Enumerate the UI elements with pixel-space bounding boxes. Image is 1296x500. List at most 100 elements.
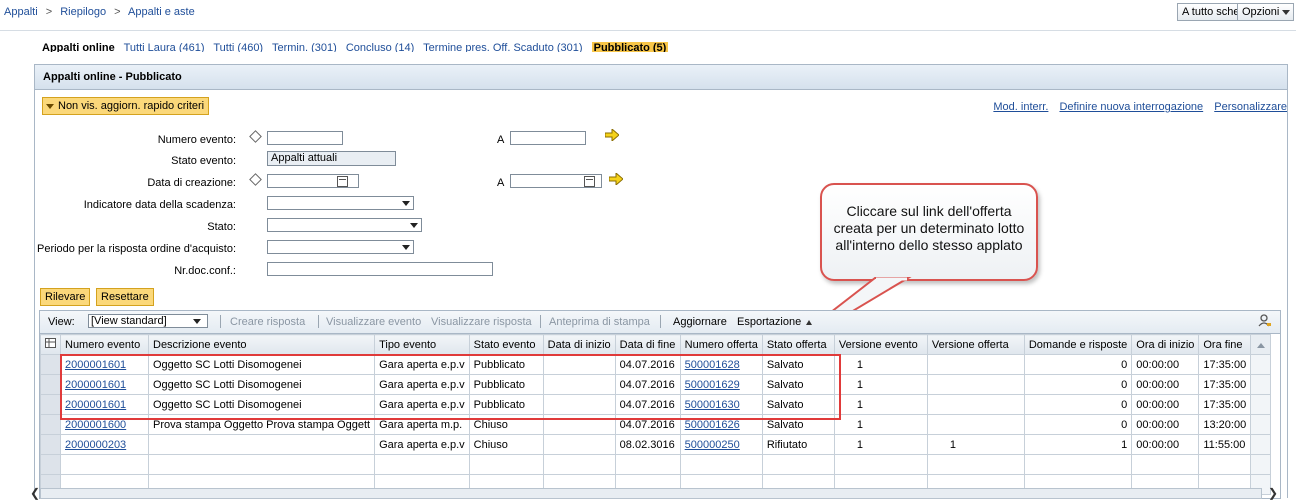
cell-tipo-evento: Gara aperta m.p. — [374, 414, 470, 435]
cell-numero-evento[interactable]: 2000001601 — [60, 394, 149, 415]
query-link-termine-scaduto[interactable]: Termine pres. Off. Scaduto (301) — [423, 42, 582, 52]
visualizzare-evento-button[interactable]: Visualizzare evento — [326, 316, 421, 328]
cell-numero-offerta[interactable]: 500000250 — [679, 434, 763, 455]
column-header-data-fine[interactable]: Data di fine — [614, 334, 681, 355]
multiple-selection-arrow-icon[interactable] — [608, 171, 624, 187]
cell-numero-offerta[interactable]: 500001629 — [679, 374, 763, 395]
personalize-link[interactable]: Personalizzare — [1214, 101, 1287, 113]
toggle-criteria-button[interactable]: Non vis. aggiorn. rapido criteri — [42, 97, 210, 115]
row-selector[interactable] — [40, 354, 61, 375]
numero-offerta-link[interactable]: 500001630 — [685, 399, 740, 411]
table-row[interactable] — [40, 454, 1272, 475]
calendar-icon[interactable] — [337, 176, 348, 187]
table-row[interactable]: 2000001601 Oggetto SC Lotti Disomogenei Ga… — [40, 394, 1272, 415]
define-query-link[interactable]: Definire nuova interrogazione — [1059, 101, 1203, 113]
numero-evento-link[interactable]: 2000001601 — [65, 359, 126, 371]
cell-domande-risposte: 1 — [1023, 434, 1133, 455]
row-selector[interactable] — [40, 434, 61, 455]
cell-versione-evento: 1 — [833, 394, 928, 415]
column-header-descrizione-evento[interactable]: Descrizione evento — [147, 334, 376, 355]
numero-evento-link[interactable]: 2000001600 — [65, 419, 126, 431]
numero-evento-link[interactable]: 2000001601 — [65, 379, 126, 391]
view-select[interactable]: [View standard] — [88, 314, 208, 328]
column-header-tipo-evento[interactable]: Tipo evento — [374, 334, 470, 355]
query-link-termin[interactable]: Termin. (301) — [272, 42, 337, 52]
toolbar-separator — [220, 315, 221, 328]
visualizzare-risposta-button[interactable]: Visualizzare risposta — [431, 316, 532, 328]
numero-evento-link[interactable]: 2000001601 — [65, 399, 126, 411]
numero-evento-from-input[interactable] — [267, 131, 343, 145]
table-row[interactable]: 2000001601 Oggetto SC Lotti Disomogenei Ga… — [40, 374, 1272, 395]
cell-ora-fine: 17:35:00 — [1198, 354, 1252, 375]
breadcrumb-item-appalti-aste[interactable]: Appalti e aste — [128, 6, 195, 18]
cell-numero-evento[interactable]: 2000001600 — [60, 414, 149, 435]
scroll-left-icon[interactable]: ❮ — [30, 486, 40, 500]
stato-select[interactable] — [267, 218, 422, 232]
settings-person-icon[interactable] — [1258, 314, 1272, 331]
horizontal-scrollbar[interactable] — [40, 488, 1262, 499]
scroll-up-button[interactable] — [1250, 334, 1272, 355]
anteprima-stampa-button[interactable]: Anteprima di stampa — [549, 316, 650, 328]
stato-evento-field[interactable]: Appalti attuali — [267, 151, 396, 166]
row-selector[interactable] — [40, 414, 61, 435]
query-link-tutti-laura[interactable]: Tutti Laura (461) — [124, 42, 205, 52]
numero-offerta-link[interactable]: 500001629 — [685, 379, 740, 391]
table-row[interactable]: 2000001600 Prova stampa Oggetto Prova sta… — [40, 414, 1272, 435]
row-selector[interactable] — [40, 374, 61, 395]
cell-numero-evento[interactable]: 2000000203 — [60, 434, 149, 455]
query-link-concluso[interactable]: Concluso (14) — [346, 42, 414, 52]
cell-numero-evento[interactable]: 2000001601 — [60, 374, 149, 395]
rilevare-button[interactable]: Rilevare — [40, 288, 91, 306]
cell-descrizione-evento: Prova stampa Oggetto Prova stampa Oggett — [147, 414, 376, 435]
cell-ora-fine: 13:20:00 — [1198, 414, 1252, 435]
select-all-icon[interactable] — [40, 334, 61, 355]
numero-offerta-link[interactable]: 500000250 — [685, 439, 740, 451]
options-button[interactable]: Opzioni — [1237, 3, 1295, 21]
data-creazione-from-input[interactable] — [267, 174, 359, 188]
numero-evento-link[interactable]: 2000000203 — [65, 439, 126, 451]
breadcrumb-item-appalti[interactable]: Appalti — [4, 6, 38, 18]
cell-descrizione-evento — [147, 434, 376, 455]
column-header-numero-evento[interactable]: Numero evento — [60, 334, 149, 355]
column-header-versione-evento[interactable]: Versione evento — [833, 334, 928, 355]
indicatore-scadenza-select[interactable] — [267, 196, 414, 210]
column-header-stato-evento[interactable]: Stato evento — [468, 334, 544, 355]
calendar-icon[interactable] — [584, 176, 595, 187]
column-header-versione-offerta[interactable]: Versione offerta — [926, 334, 1025, 355]
row-selector[interactable] — [40, 394, 61, 415]
aggiornare-button[interactable]: Aggiornare — [673, 316, 727, 328]
multiple-selection-arrow-icon[interactable] — [604, 127, 620, 143]
column-header-stato-offerta[interactable]: Stato offerta — [761, 334, 835, 355]
query-link-pubblicato[interactable]: Pubblicato (5) — [591, 42, 669, 52]
cell-versione-evento: 1 — [833, 434, 928, 455]
cell-numero-offerta[interactable]: 500001628 — [679, 354, 763, 375]
table-row[interactable]: 2000000203 Gara aperta e.p.v Chiuso 08.02.3… — [40, 434, 1272, 455]
column-header-data-inizio[interactable]: Data di inizio — [542, 334, 616, 355]
breadcrumb-separator: > — [114, 6, 121, 18]
cell-numero-offerta[interactable]: 500001630 — [679, 394, 763, 415]
numero-evento-to-input[interactable] — [510, 131, 586, 145]
numero-offerta-link[interactable]: 500001628 — [685, 359, 740, 371]
nrdoc-conf-input[interactable] — [267, 262, 493, 276]
cell-tipo-evento: Gara aperta e.p.v — [374, 354, 470, 375]
column-header-ora-inizio[interactable]: Ora di inizio — [1131, 334, 1200, 355]
cell-numero-evento[interactable]: 2000001601 — [60, 354, 149, 375]
column-header-numero-offerta[interactable]: Numero offerta — [679, 334, 763, 355]
toolbar-separator — [660, 315, 661, 328]
numero-offerta-link[interactable]: 500001626 — [685, 419, 740, 431]
resettare-button[interactable]: Resettare — [96, 288, 154, 306]
column-header-ora-fine[interactable]: Ora fine — [1198, 334, 1252, 355]
breadcrumb-item-riepilogo[interactable]: Riepilogo — [60, 6, 106, 18]
creare-risposta-button[interactable]: Creare risposta — [230, 316, 305, 328]
periodo-risposta-select[interactable] — [267, 240, 414, 254]
cell-numero-offerta[interactable]: 500001626 — [679, 414, 763, 435]
column-header-domande-risposte[interactable]: Domande e risposte — [1023, 334, 1133, 355]
mod-interr-link[interactable]: Mod. interr. — [993, 101, 1048, 113]
table-row[interactable]: 2000001601 Oggetto SC Lotti Disomogenei Ga… — [40, 354, 1272, 375]
data-creazione-to-input[interactable] — [510, 174, 602, 188]
query-link-tutti[interactable]: Tutti (460) — [213, 42, 263, 52]
esportazione-menu[interactable]: Esportazione — [737, 316, 813, 328]
scroll-right-icon[interactable]: ❯ — [1268, 486, 1278, 500]
top-bar: Appalti > Riepilogo > Appalti e aste A t… — [0, 0, 1296, 21]
row-selector[interactable] — [40, 454, 61, 475]
